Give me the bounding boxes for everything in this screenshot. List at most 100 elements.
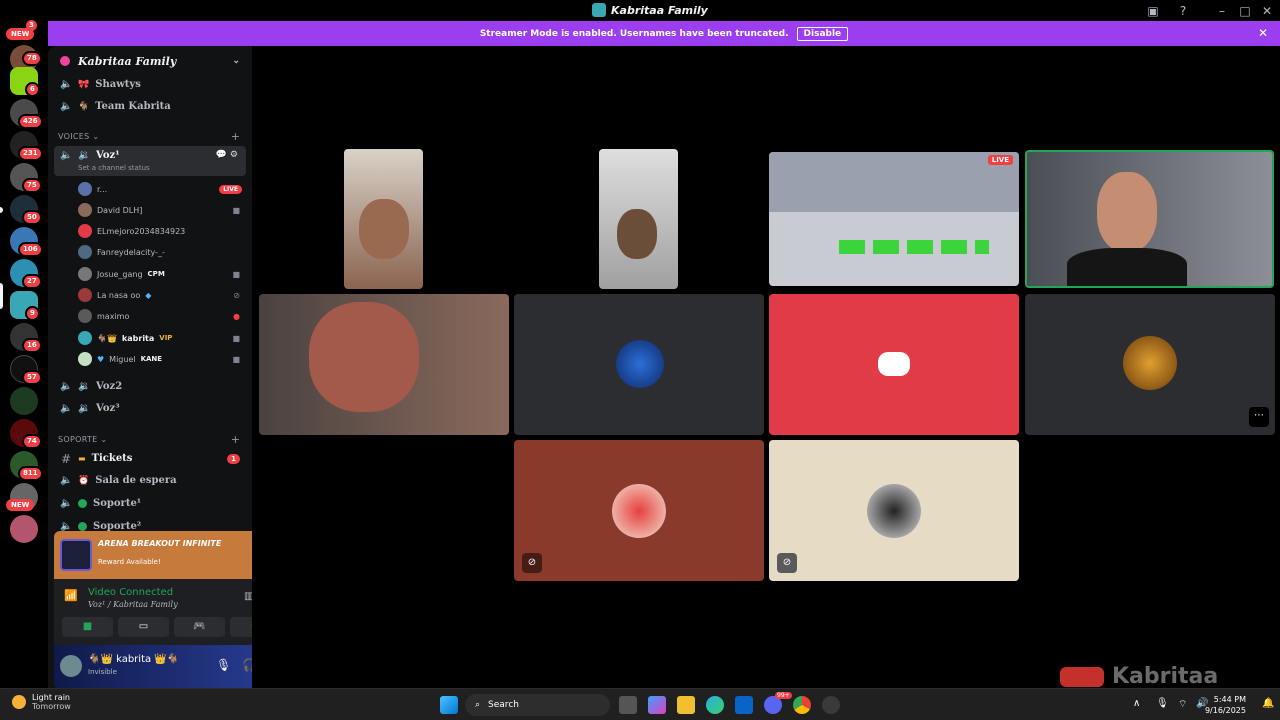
channel-voz2[interactable]: 🔈 🔉 Voz2 [54,376,246,397]
user-display[interactable]: 🐐👑 kabrita 👑🐐 [88,654,179,665]
channel-voz3[interactable]: 🔈 🔉 Voz³ [54,398,246,419]
voice-user[interactable]: Fanreydelacity-_- [78,242,248,262]
video-tile-avatar[interactable]: ⋯ [1025,294,1275,435]
server-badge: 57 [22,370,42,385]
voice-user[interactable]: David DLH] ■ [78,200,248,220]
notification-bell-icon[interactable]: 🔔 [1262,698,1274,709]
server-header[interactable]: Kabritaa Family ⌄ [48,46,252,76]
camera-icon: ■ [232,269,240,279]
more-options-icon[interactable]: ⋯ [1249,407,1269,427]
avatar [78,203,92,217]
date: 9/16/2025 [1204,706,1246,715]
close-button[interactable]: ✕ [1259,3,1275,19]
avatar [1123,336,1177,390]
server-badge: 27 [22,274,42,289]
unread-badge: 1 [227,453,240,464]
edge-icon[interactable] [706,696,724,714]
activity-button[interactable]: 🎮 [174,617,225,637]
microphone-tray-icon[interactable]: 🎙 [1156,698,1169,709]
add-channel-icon[interactable]: + [231,130,240,143]
avatar[interactable] [60,655,82,677]
maximize-button[interactable]: □ [1237,3,1253,19]
video-tile-camera-speaking[interactable] [1025,150,1274,288]
discord-logo-icon [878,352,910,376]
category-voices[interactable]: VOICES ⌄ [58,132,99,141]
microphone-icon[interactable]: 🎙 [216,658,231,672]
video-tile-avatar[interactable] [769,294,1019,435]
voice-user[interactable]: ELmejoro2034834923 [78,221,248,241]
video-tile-camera[interactable] [599,149,678,289]
outlook-icon[interactable] [735,696,753,714]
video-tile-avatar[interactable]: ⊘ [514,440,764,581]
server-icon[interactable] [10,387,38,415]
channel-sala-de-espera[interactable]: 🔈 ⏰ Sala de espera [54,470,246,491]
signal-icon[interactable]: 📶 [62,589,80,607]
channel-team-kabrita[interactable]: 🔈 🐐 Team Kabrita [54,96,246,117]
user-name: kabrita [121,333,155,343]
chrome-icon[interactable] [793,696,811,714]
start-button-icon[interactable] [440,696,458,714]
voice-user[interactable]: maximo ● [78,306,248,326]
avatar [78,309,92,323]
channel-name: Voz¹ [96,150,120,161]
channel-name: Sala de espera [95,475,177,486]
copilot-icon[interactable] [648,696,666,714]
video-tile-camera[interactable] [259,294,509,435]
chevron-down-icon[interactable]: ⌄ [232,56,240,66]
close-banner-icon[interactable]: ✕ [1258,26,1268,40]
disable-button[interactable]: Disable [796,26,849,41]
voice-user[interactable]: Josue_gang CPM ■ [78,264,248,284]
channel-name: Tickets [91,453,133,464]
screen-share-button[interactable]: ▭ [118,617,169,637]
live-badge: LIVE [987,155,1013,165]
file-explorer-icon[interactable] [677,696,695,714]
face-shape [617,209,657,259]
help-icon[interactable]: ? [1175,3,1191,19]
chevron-up-icon[interactable]: ∧ [1133,698,1140,709]
new-pill: NEW [6,28,35,40]
banner-text: Streamer Mode is enabled. Usernames have… [479,28,789,39]
server-badge: 16 [22,338,42,353]
server-icon[interactable] [10,515,38,543]
window-title: Kabritaa Family [592,3,708,17]
user-name: Fanreydelacity-_- [97,247,165,257]
voice-user[interactable]: 🐐👑 kabrita VIP ■ [78,328,248,348]
avatar [78,331,92,345]
connected-channel[interactable]: Voz¹ / Kabritaa Family [88,600,178,609]
bow-icon: 🎀 [78,79,90,90]
voice-user[interactable]: r... LIVE [78,179,248,199]
server-badge: 231 [18,146,43,161]
speaker-icon: 🔈 [60,498,73,509]
taskbar-search[interactable]: ⌕ Search [465,694,610,716]
channel-soporte1[interactable]: 🔈 Soporte¹ [54,493,246,514]
channel-actions[interactable]: 💬 ⚙ [216,150,238,160]
add-channel-icon[interactable]: + [231,433,240,446]
channel-tickets[interactable]: # ▬ Tickets 1 [54,448,246,469]
inbox-icon[interactable]: ▣ [1145,3,1161,19]
connection-status[interactable]: Video Connected [88,587,173,598]
status-dot-icon [78,499,87,508]
video-tile-stream[interactable]: LIVE [769,152,1019,286]
voice-user[interactable]: ♥ Miguel KANE ■ [78,349,248,369]
app-icon[interactable] [822,696,840,714]
minimize-button[interactable]: – [1214,3,1230,19]
clock[interactable]: 5:44 PM 9/16/2025 [1205,694,1246,716]
category-soporte[interactable]: SOPORTE ⌄ [58,435,107,444]
wifi-icon[interactable]: ⌔ [1178,698,1187,711]
task-view-icon[interactable] [619,696,637,714]
video-tile-camera[interactable] [344,149,423,289]
speaker-icon: 🔈 [60,101,73,112]
video-tile-avatar[interactable] [514,294,764,435]
channel-status[interactable]: Set a channel status [78,164,150,172]
weather-sub: Tomorrow [32,702,71,711]
camera-button[interactable]: ■ [62,617,113,637]
voice-user[interactable]: La nasa oo ◆ ⊘ [78,285,248,305]
taskbar: Light rain Tomorrow ⌕ Search 99+ ∧ 🎙 ⌔ 🔊… [0,688,1280,720]
volume-icon: 🔉 [78,403,91,414]
user-name: maximo [97,311,130,321]
weather-widget[interactable]: Light rain Tomorrow [12,693,71,711]
video-tile-avatar[interactable]: ⊘ [769,440,1019,581]
channel-shawtys[interactable]: 🔈 🎀 Shawtys [54,74,246,95]
time: 5:44 PM [1213,695,1246,704]
volume-icon: 🔉 [78,150,91,161]
